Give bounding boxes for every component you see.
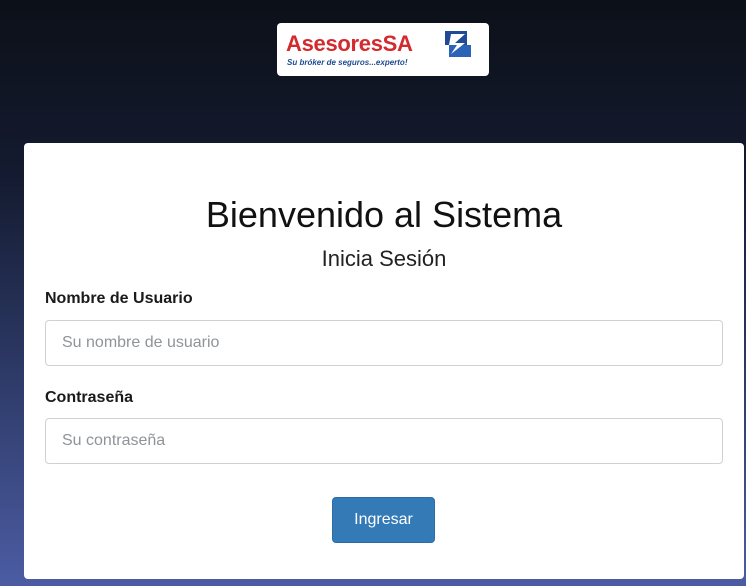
password-label: Contraseña bbox=[45, 389, 134, 406]
password-input[interactable] bbox=[45, 418, 723, 464]
login-card: Bienvenido al Sistema Inicia Sesión Nomb… bbox=[24, 143, 744, 579]
username-input[interactable] bbox=[45, 320, 723, 366]
logo-tagline: Su bróker de seguros...experto! bbox=[287, 58, 408, 67]
logo-brand-text: AsesoresSA bbox=[286, 31, 413, 56]
login-page: { "logo": { "brand": "AsesoresSA", "tagl… bbox=[0, 0, 746, 586]
page-subtitle: Inicia Sesión bbox=[321, 246, 447, 271]
brand-logo: AsesoresSA Su bróker de seguros...expert… bbox=[277, 23, 489, 76]
shield-arrow-logo-icon bbox=[445, 31, 471, 57]
username-label: Nombre de Usuario bbox=[45, 290, 193, 307]
login-submit-button[interactable]: Ingresar bbox=[332, 497, 435, 543]
page-title: Bienvenido al Sistema bbox=[205, 194, 563, 235]
